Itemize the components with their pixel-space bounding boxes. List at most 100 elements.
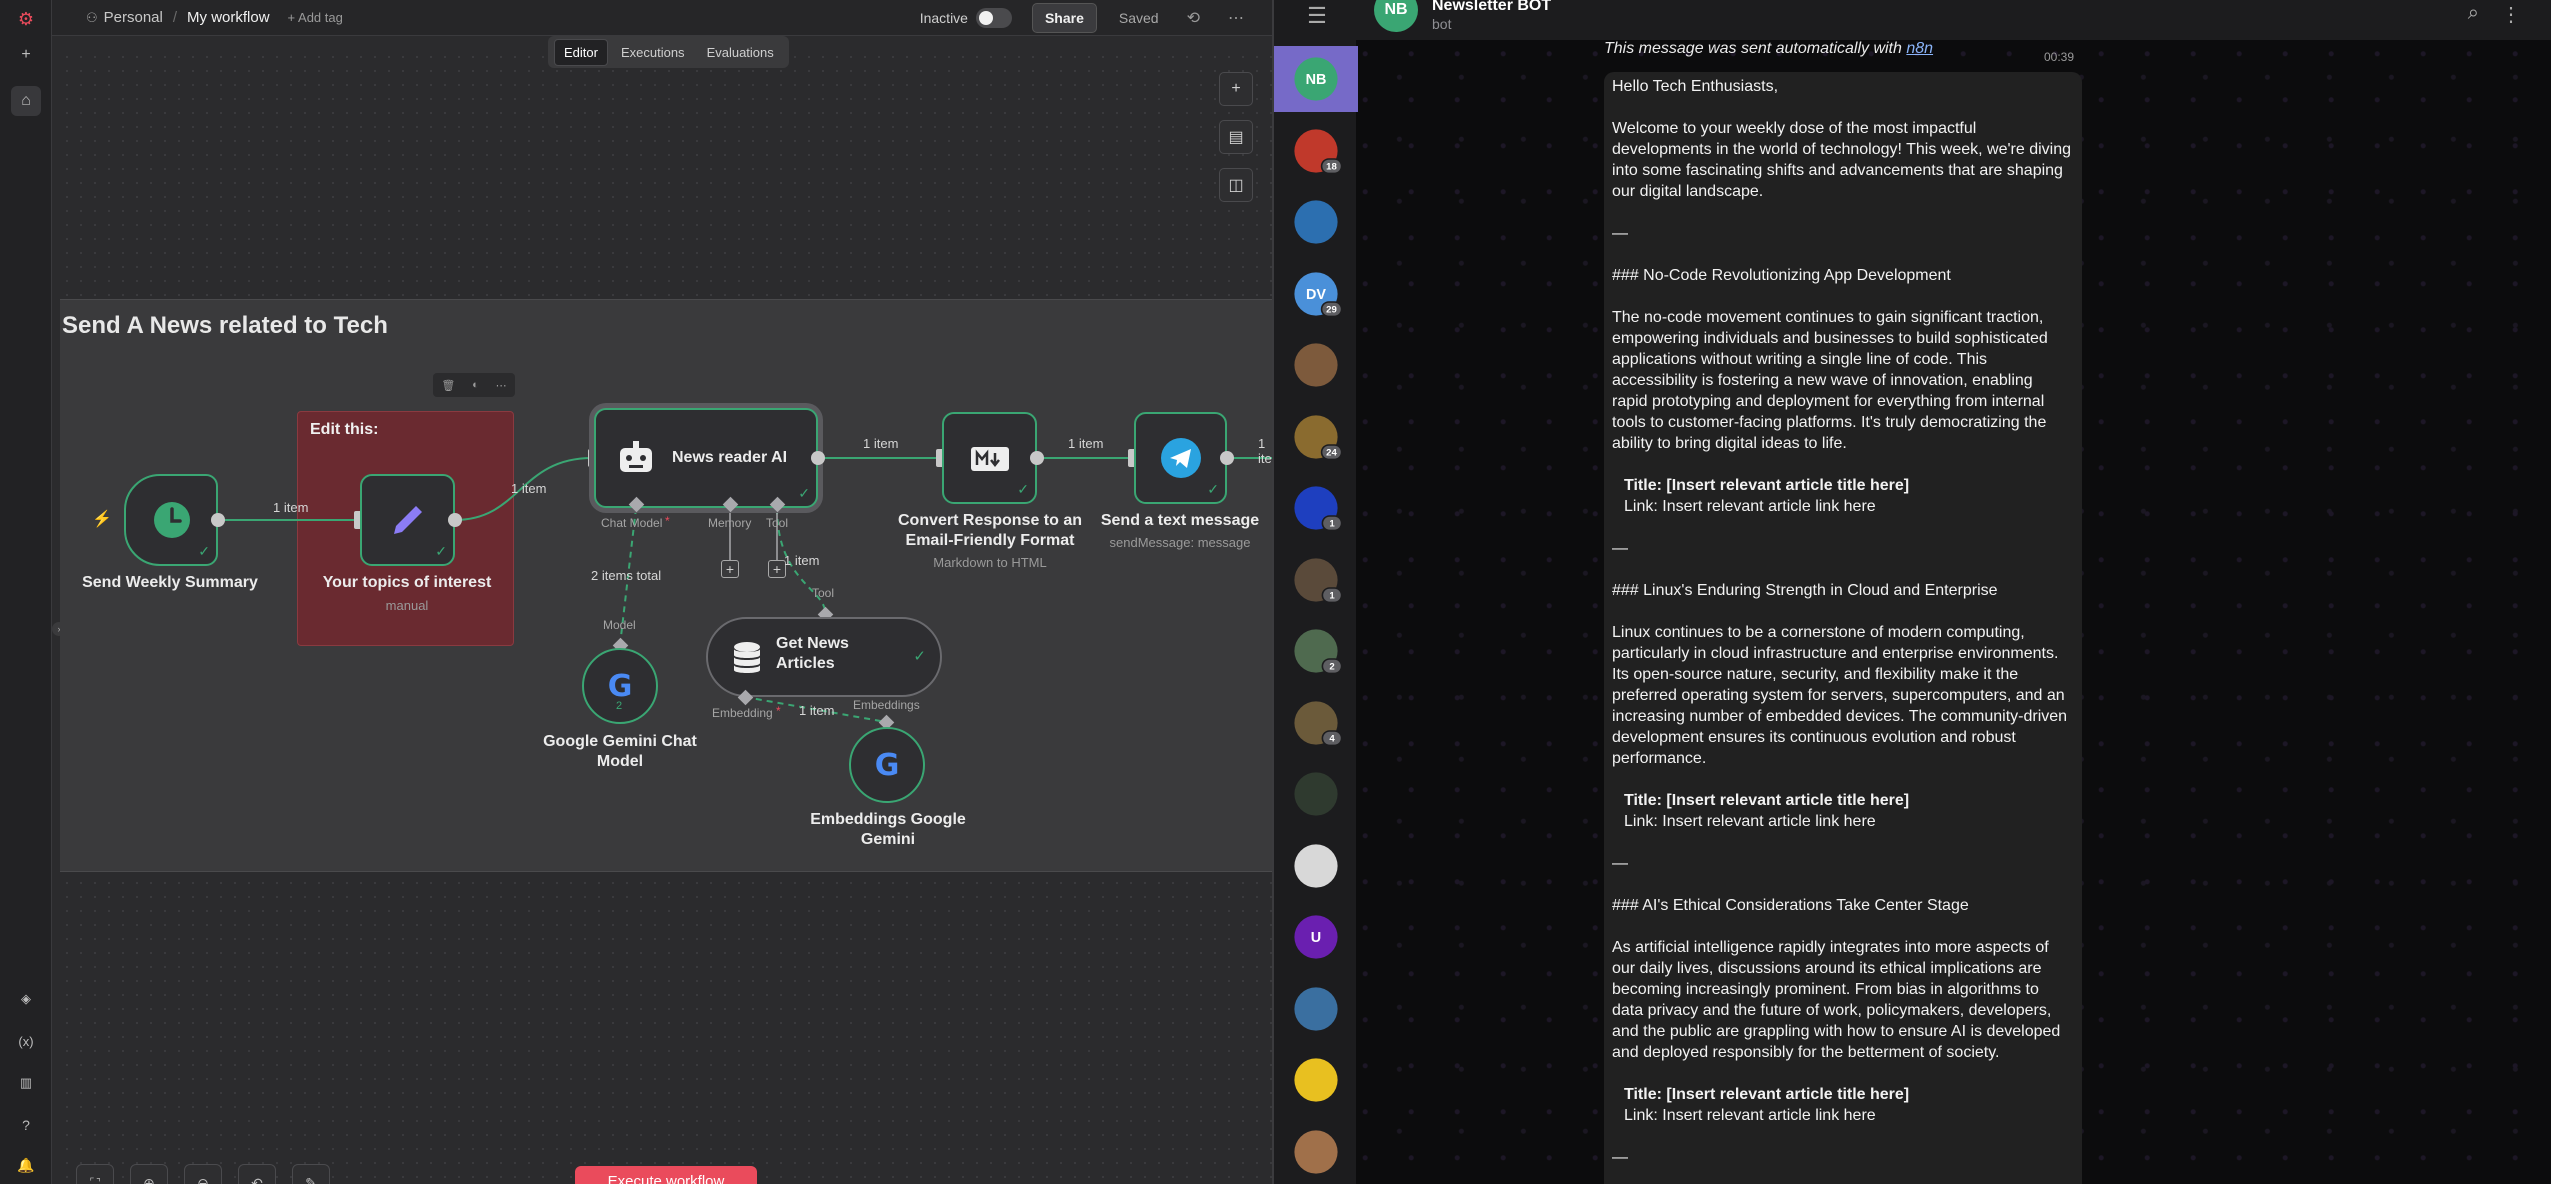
n8n-link[interactable]: n8n — [1906, 40, 1933, 57]
node-subtitle: Markdown to HTML — [933, 555, 1047, 570]
node-label: Send Weekly Summary — [82, 574, 258, 591]
port-label: Chat Model — [601, 516, 663, 530]
tidy-icon[interactable]: ✎ — [292, 1164, 330, 1184]
unread-badge: 1 — [1321, 515, 1343, 532]
chat-list-item[interactable] — [1274, 1119, 1358, 1184]
chat-avatar: DV 29 — [1294, 271, 1343, 317]
chat-avatar: NB — [1294, 57, 1338, 101]
chat-list-item[interactable]: DV 29 — [1274, 261, 1358, 327]
required-marker: * — [665, 514, 670, 528]
success-check-icon: ✓ — [435, 543, 447, 559]
chat-avatar: U — [1294, 915, 1338, 959]
chat-avatar: 18 — [1294, 128, 1343, 174]
database-icon — [734, 642, 760, 673]
required-marker: * — [776, 704, 781, 718]
execute-workflow-button[interactable]: Execute workflow — [575, 1166, 757, 1184]
canvas-bottom-tools: ⛶ ⊕ ⊖ ↶ ✎ — [76, 1164, 346, 1184]
markdown-icon — [971, 447, 1009, 471]
port-label: Tool — [812, 586, 835, 600]
node-telegram[interactable]: ✓ — [1134, 412, 1227, 504]
node-topics[interactable]: ✓ — [360, 474, 455, 566]
port-label: Tool — [766, 516, 789, 530]
unread-badge: 24 — [1320, 443, 1343, 460]
node-gemini-chat[interactable]: G 2 — [582, 648, 658, 724]
node-trigger[interactable]: ✓ — [124, 474, 218, 566]
chat-list-item[interactable] — [1274, 761, 1358, 827]
port-label: Embeddings — [853, 698, 920, 712]
zoom-out-icon[interactable]: ⊖ — [184, 1164, 222, 1184]
message-heading: ### No-Code Revolutionizing App Developm… — [1612, 267, 1951, 284]
message-separator: — — [1612, 225, 1628, 242]
node-convert-markdown[interactable]: ✓ — [942, 412, 1037, 504]
add-memory-button[interactable]: + — [721, 560, 739, 578]
node-label: Get News — [776, 635, 849, 652]
message-greeting: Hello Tech Enthusiasts, — [1612, 78, 1779, 95]
node-embeddings-gemini[interactable]: G — [849, 727, 925, 803]
success-check-icon: ✓ — [1017, 481, 1029, 497]
chat-list-item[interactable] — [1274, 189, 1358, 255]
chat-name[interactable]: Newsletter BOT — [1432, 0, 1551, 15]
chat-avatar — [1294, 843, 1338, 888]
node-label: Convert Response to an — [897, 512, 1083, 529]
edge-label: 2 items total — [591, 568, 662, 583]
search-icon[interactable]: ⌕ — [2468, 2, 2479, 25]
output-port[interactable] — [811, 451, 825, 465]
node-news-reader-ai[interactable]: News reader AI ✓ — [594, 408, 818, 508]
node-subtitle: manual — [385, 598, 429, 613]
success-check-icon: ✓ — [198, 543, 210, 559]
node-label: Gemini — [860, 831, 916, 848]
chat-list-item[interactable]: U — [1274, 904, 1358, 970]
chat-avatar — [1294, 200, 1338, 244]
message-separator: — — [1612, 540, 1628, 557]
chat-list-item[interactable] — [1274, 1047, 1358, 1113]
unread-badge: 29 — [1320, 300, 1343, 317]
run-count: 2 — [616, 700, 623, 712]
chat-list-item[interactable]: NB — [1274, 46, 1358, 112]
chat-avatar — [1294, 343, 1338, 387]
node-label: Articles — [776, 655, 835, 672]
telegram-window: ☰ NB 18 DV 29 24 1 1 2 4 U NB Newsletter BOT bot … — [1272, 0, 2551, 1184]
clock-icon — [154, 502, 190, 538]
success-check-icon: ✓ — [913, 648, 926, 665]
zoom-in-icon[interactable]: ⊕ — [130, 1164, 168, 1184]
pencil-icon — [394, 506, 422, 534]
output-port[interactable] — [448, 513, 462, 527]
node-label: Your topics of interest — [322, 574, 492, 591]
chat-list-item[interactable]: 18 — [1274, 118, 1358, 184]
chat-avatar — [1294, 1129, 1338, 1174]
output-port[interactable] — [211, 513, 225, 527]
chat-avatar — [1294, 772, 1338, 816]
more-options-icon[interactable]: ⋮ — [2501, 2, 2521, 27]
chat-list: ☰ NB 18 DV 29 24 1 1 2 4 U — [1272, 0, 1358, 1184]
node-label: Email-Friendly Format — [905, 532, 1075, 549]
chat-list-item[interactable]: 24 — [1274, 404, 1358, 470]
chat-list-item[interactable]: 1 — [1274, 475, 1358, 541]
output-port[interactable] — [1220, 451, 1234, 465]
node-get-news-articles[interactable]: Get News Articles ✓ — [706, 617, 942, 697]
fit-view-icon[interactable]: ⛶ — [76, 1164, 114, 1184]
chat-list-item[interactable]: 2 — [1274, 618, 1358, 684]
output-port[interactable] — [1030, 451, 1044, 465]
chat-list-item[interactable] — [1274, 833, 1358, 899]
trigger-bolt-icon: ⚡ — [92, 511, 112, 528]
chat-list-item[interactable]: 4 — [1274, 690, 1358, 756]
chat-avatar[interactable]: NB — [1374, 0, 1418, 32]
article-title: Title: [Insert relevant article title he… — [1624, 1086, 1910, 1103]
message-heading: ### AI's Ethical Considerations Take Cen… — [1612, 897, 1969, 914]
menu-icon[interactable]: ☰ — [1298, 2, 1336, 30]
chat-list-item[interactable]: 1 — [1274, 547, 1358, 613]
unread-badge: 18 — [1320, 157, 1343, 174]
port-label: Embedding — [712, 706, 773, 720]
unread-badge: 4 — [1321, 729, 1343, 746]
message-bubble[interactable]: Hello Tech Enthusiasts, Welcome to your … — [1604, 72, 2082, 1184]
previous-message: This message was sent automatically with… — [1604, 40, 2082, 70]
chat-list-item[interactable] — [1274, 332, 1358, 398]
chat-status: bot — [1432, 16, 1452, 32]
screen: ⚙ + ⌂ ◈ (x) ▥ ? 🔔 ⚇ Personal / My workfl… — [0, 0, 2551, 1184]
chat-avatar: 1 — [1294, 557, 1343, 603]
chat-list-item[interactable] — [1274, 976, 1358, 1042]
node-label: Embeddings Google — [810, 811, 966, 828]
undo-icon[interactable]: ↶ — [238, 1164, 276, 1184]
message-paragraph: As artificial intelligence rapidly integ… — [1612, 939, 2061, 1061]
edge-label: 1 item — [273, 500, 309, 515]
